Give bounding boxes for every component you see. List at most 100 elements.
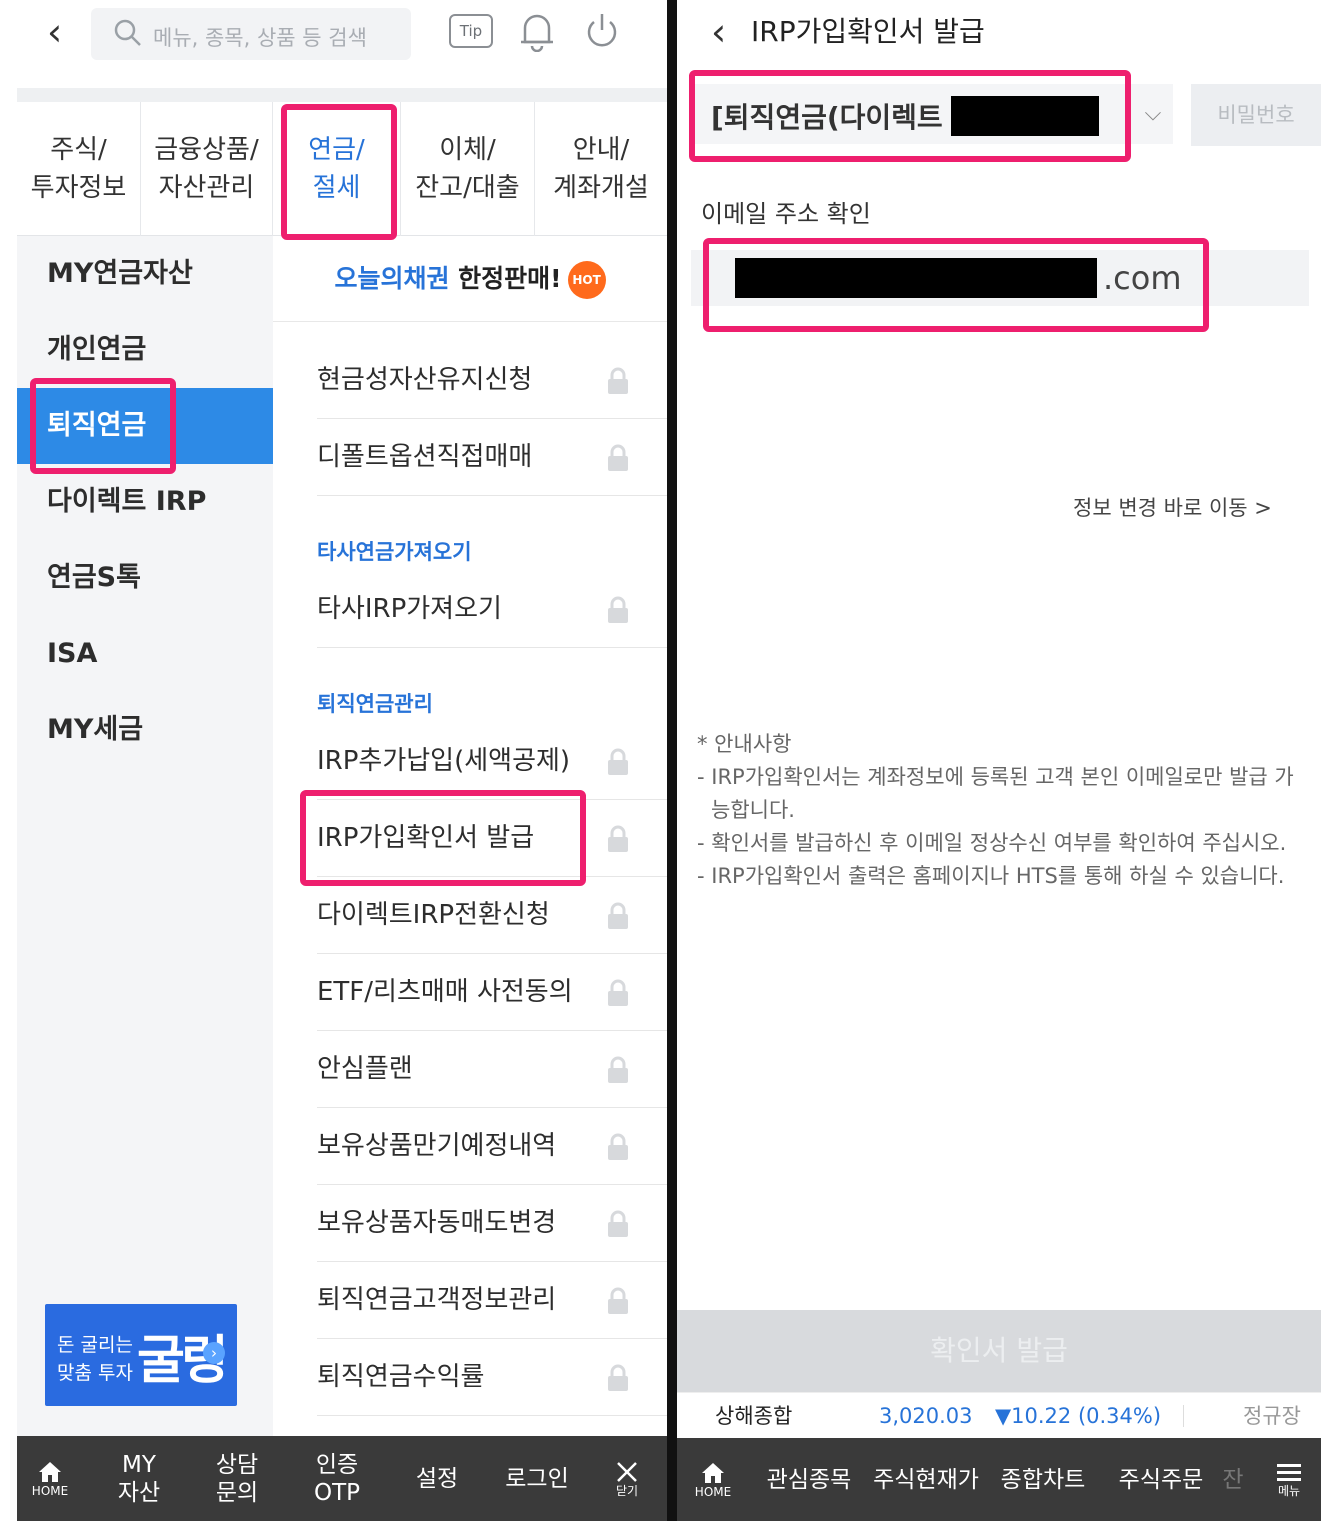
lock-icon (608, 748, 628, 775)
nav-label: 주식현재가 (873, 1466, 979, 1493)
nav-label: OTP (313, 1479, 361, 1506)
nav-personal-pension[interactable]: 개인연금 (17, 312, 273, 388)
account-text: [퇴직연금(다이렉트 (711, 101, 943, 134)
menu-item-irp-certificate[interactable]: IRP가입확인서 발급 (317, 800, 667, 877)
back-chevron-icon[interactable]: ‹ (711, 12, 726, 52)
bell-icon[interactable] (517, 10, 557, 52)
nav-settings[interactable]: 설정 (401, 1436, 473, 1521)
power-icon[interactable] (583, 10, 621, 52)
back-chevron-icon[interactable]: ‹ (47, 12, 83, 52)
menu-item-maturity[interactable]: 보유상품만기예정내역 (317, 1108, 667, 1185)
menu-item-default-option[interactable]: 디폴트옵션직접매매 (317, 419, 667, 496)
nav-label: HOME (694, 1484, 732, 1499)
index-value: 3,020.03 (879, 1404, 973, 1428)
nav-consult[interactable]: 상담 문의 (201, 1436, 273, 1521)
session-status: 정규장 (1243, 1404, 1301, 1428)
nav-otp[interactable]: 인증 OTP (301, 1436, 373, 1521)
tab-label: 안내/ (572, 135, 630, 165)
nav-label: 종합차트 (1000, 1466, 1086, 1493)
menu-item-returns[interactable]: 퇴직연금수익률 (317, 1339, 667, 1416)
menu-item-irp-additional[interactable]: IRP추가납입(세액공제) (317, 723, 667, 800)
arrow-right-icon: › (203, 1342, 225, 1364)
nav-close[interactable]: 닫기 (599, 1436, 655, 1521)
lock-icon (608, 1364, 628, 1391)
certificate-panel: ‹ IRP가입확인서 발급 [퇴직연금(다이렉트 ⌵ 비밀번호 이메일 주소 확… (677, 0, 1327, 1521)
tab-label: 금융상품/ (154, 135, 259, 165)
hamburger-icon (1277, 1463, 1301, 1481)
lock-icon (608, 1287, 628, 1314)
menu-item-etf-reits[interactable]: ETF/리츠매매 사전동의 (317, 954, 667, 1031)
menu-panel: ‹ 메뉴, 종목, 상품 등 검색 Tip 주식/투자정보 금융상품/자산관리 … (17, 0, 667, 1521)
menu-item-label: 안심플랜 (317, 1054, 413, 1084)
index-change: ▼10.22 (0.34%) (995, 1404, 1162, 1428)
menu-item-label: ETF/리츠매매 사전동의 (317, 977, 573, 1007)
menu-item-cash-asset[interactable]: 현금성자산유지신청 (317, 342, 667, 419)
redacted-email (735, 258, 1097, 298)
info-change-link[interactable]: 정보 변경 바로 이동 > (1073, 492, 1272, 522)
menu-item-label: 다이렉트IRP전환신청 (317, 900, 550, 930)
menu-item-import-irp[interactable]: 타사IRP가져오기 (317, 571, 667, 648)
nav-login[interactable]: 로그인 (497, 1436, 577, 1521)
submenu-list: 오늘의채권 한정판매! HOT 현금성자산유지신청 디폴트옵션직접매매 타사연금가… (273, 236, 667, 1436)
nav-pension-stalk[interactable]: 연금S톡 (17, 540, 273, 616)
section-header-other-pension: 타사연금가져오기 (317, 540, 472, 564)
nav-label: 상담 (215, 1451, 259, 1478)
tab-guide-account[interactable]: 안내/계좌개설 (535, 102, 667, 236)
nav-more[interactable]: 잔 (1221, 1438, 1245, 1521)
home-icon (702, 1462, 724, 1483)
nav-label: 주식주문 (1118, 1466, 1204, 1493)
close-icon (617, 1461, 637, 1482)
nav-my-tax[interactable]: MY세금 (17, 692, 273, 768)
banner-text: 한정판매! (449, 264, 562, 293)
nav-chart[interactable]: 종합차트 (995, 1438, 1091, 1521)
tab-transfer[interactable]: 이체/잔고/대출 (401, 102, 535, 236)
bottom-nav: HOME 관심종목 주식현재가 종합차트 주식주문 잔 메뉴 (677, 1438, 1321, 1521)
chevron-down-icon[interactable]: ⌵ (1135, 96, 1171, 132)
nav-my-assets[interactable]: MY 자산 (103, 1436, 175, 1521)
menu-item-auto-sell[interactable]: 보유상품자동매도변경 (317, 1185, 667, 1262)
password-field[interactable]: 비밀번호 (1191, 84, 1321, 146)
tab-pension-tax[interactable]: 연금/절세 (273, 102, 401, 236)
notice-section: * 안내사항 - IRP가입확인서는 계좌정보에 등록된 고객 본인 이메일로만… (697, 728, 1297, 893)
index-ticker[interactable]: 상해종합 3,020.03 ▼10.22 (0.34%) 정규장 (677, 1392, 1321, 1438)
nav-my-pension-assets[interactable]: MY연금자산 (17, 236, 273, 312)
email-domain: .com (1103, 259, 1182, 297)
nav-retirement-pension[interactable]: 퇴직연금 (17, 388, 273, 464)
nav-menu[interactable]: 메뉴 (1263, 1438, 1315, 1521)
nav-isa[interactable]: ISA (17, 616, 273, 692)
menu-item-label: 퇴직연금수익률 (317, 1362, 485, 1392)
tip-icon[interactable]: Tip (449, 14, 493, 48)
search-input[interactable]: 메뉴, 종목, 상품 등 검색 (91, 8, 411, 60)
page-title: IRP가입확인서 발급 (751, 15, 985, 48)
tab-label: 자산관리 (158, 173, 255, 203)
index-name: 상해종합 (715, 1404, 793, 1428)
tab-label: 주식/ (50, 135, 107, 165)
tab-stocks[interactable]: 주식/투자정보 (17, 102, 141, 236)
nav-watchlist[interactable]: 관심종목 (761, 1438, 857, 1521)
notice-title: * 안내사항 (697, 732, 792, 756)
bond-sale-banner[interactable]: 오늘의채권 한정판매! HOT (273, 236, 667, 322)
lock-icon (608, 979, 628, 1006)
nav-current-price[interactable]: 주식현재가 (869, 1438, 983, 1521)
nav-label: 메뉴 (1277, 1483, 1301, 1498)
menu-item-label: 디폴트옵션직접매매 (317, 442, 533, 472)
nav-home[interactable]: HOME (683, 1438, 743, 1521)
nav-label: 설정 (415, 1465, 459, 1492)
menu-item-safe-plan[interactable]: 안심플랜 (317, 1031, 667, 1108)
nav-home[interactable]: HOME (17, 1436, 83, 1521)
nav-order[interactable]: 주식주문 (1113, 1438, 1209, 1521)
nav-label: 관심종목 (766, 1466, 852, 1493)
issue-certificate-button[interactable]: 확인서 발급 (677, 1310, 1321, 1392)
promo-banner[interactable]: 돈 굴리는 맞춤 투자 굴링 › (45, 1304, 237, 1406)
nav-label: 로그인 (505, 1465, 569, 1492)
menu-item-label: 현금성자산유지신청 (317, 365, 533, 395)
menu-item-direct-irp-switch[interactable]: 다이렉트IRP전환신청 (317, 877, 667, 954)
search-placeholder: 메뉴, 종목, 상품 등 검색 (153, 26, 367, 50)
email-label: 이메일 주소 확인 (701, 200, 871, 228)
tab-financial-products[interactable]: 금융상품/자산관리 (141, 102, 273, 236)
nav-direct-irp[interactable]: 다이렉트 IRP (17, 464, 273, 540)
tab-label: 이체/ (439, 135, 496, 165)
hot-badge-icon: HOT (567, 261, 606, 299)
lock-icon (608, 1056, 628, 1083)
menu-item-customer-info[interactable]: 퇴직연금고객정보관리 (317, 1262, 667, 1339)
